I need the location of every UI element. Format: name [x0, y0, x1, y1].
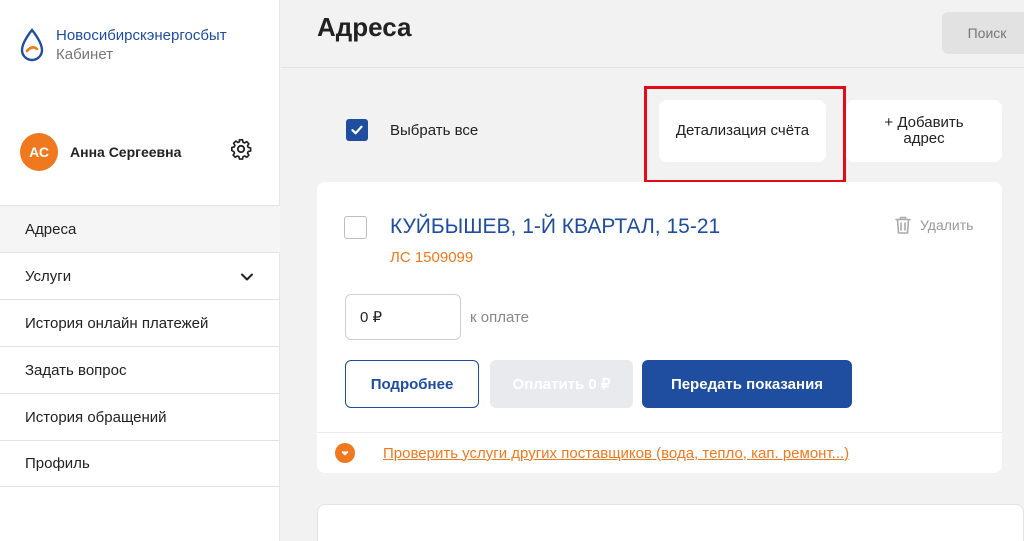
sidebar-item-label: Задать вопрос: [25, 361, 127, 379]
user-name: Анна Сергеевна: [70, 144, 182, 160]
address-card: КУЙБЫШЕВ, 1-Й КВАРТАЛ, 15-21 ЛС 1509099 …: [317, 182, 1002, 473]
sidebar-item-label: Профиль: [25, 455, 90, 472]
chevron-down-icon: [241, 273, 253, 281]
check-icon: [351, 125, 363, 135]
brand-name: Новосибирскэнергосбыт: [56, 27, 227, 44]
sidebar-item-services[interactable]: Услуги: [0, 252, 280, 299]
check-other-providers-link[interactable]: Проверить услуги других поставщиков (вод…: [383, 445, 849, 462]
highlight-box: [644, 86, 846, 183]
sidebar-item-label: История обращений: [25, 408, 167, 426]
search-button[interactable]: Поиск: [942, 12, 1024, 54]
drop-logo-icon: [20, 28, 44, 62]
brand[interactable]: Новосибирскэнергосбыт Кабинет: [18, 26, 227, 64]
sidebar-menu: Адреса Услуги История онлайн платежей За…: [0, 205, 280, 487]
sidebar-item-addresses[interactable]: Адреса: [0, 205, 280, 252]
gear-icon[interactable]: [230, 138, 252, 160]
to-pay-label: к оплате: [470, 309, 530, 326]
select-all-label: Выбрать все: [390, 121, 479, 139]
delete-button[interactable]: Удалить: [894, 215, 973, 235]
user-block: АС Анна Сергеевна: [20, 130, 260, 174]
sidebar-item-ask-question[interactable]: Задать вопрос: [0, 346, 280, 393]
select-all[interactable]: Выбрать все: [346, 119, 478, 141]
trash-icon: [895, 216, 911, 234]
sidebar-item-label: Услуги: [25, 267, 72, 285]
sidebar-item-request-history[interactable]: История обращений: [0, 393, 280, 440]
pay-button[interactable]: Оплатить 0 ₽: [490, 360, 633, 408]
delete-label: Удалить: [920, 217, 974, 233]
details-button[interactable]: Подробнее: [345, 360, 479, 408]
brand-subtitle: Кабинет: [56, 46, 114, 63]
sidebar-item-label: История онлайн платежей: [25, 314, 209, 332]
address-card-next: [317, 504, 1024, 541]
chevron-down-icon: [341, 450, 349, 456]
divider: [317, 432, 1002, 433]
sidebar-item-profile[interactable]: Профиль: [0, 440, 280, 487]
account-number: ЛС 1509099: [390, 249, 474, 266]
page-title: Адреса: [317, 12, 412, 42]
submit-readings-button[interactable]: Передать показания: [642, 360, 852, 408]
sidebar-item-label: Адреса: [25, 220, 77, 238]
check-other-providers[interactable]: Проверить услуги других поставщиков (вод…: [335, 443, 849, 463]
sidebar-item-payment-history[interactable]: История онлайн платежей: [0, 299, 280, 346]
expand-icon[interactable]: [335, 443, 355, 463]
add-address-button[interactable]: + Добавить адрес: [846, 100, 1002, 162]
select-all-checkbox[interactable]: [346, 119, 368, 141]
amount-input[interactable]: [345, 294, 461, 340]
address-checkbox[interactable]: [344, 216, 367, 239]
sidebar: Новосибирскэнергосбыт Кабинет АС Анна Се…: [0, 0, 280, 541]
topbar: Адреса Поиск: [281, 0, 1024, 68]
address-title[interactable]: КУЙБЫШЕВ, 1-Й КВАРТАЛ, 15-21: [390, 215, 720, 239]
avatar[interactable]: АС: [20, 133, 58, 171]
